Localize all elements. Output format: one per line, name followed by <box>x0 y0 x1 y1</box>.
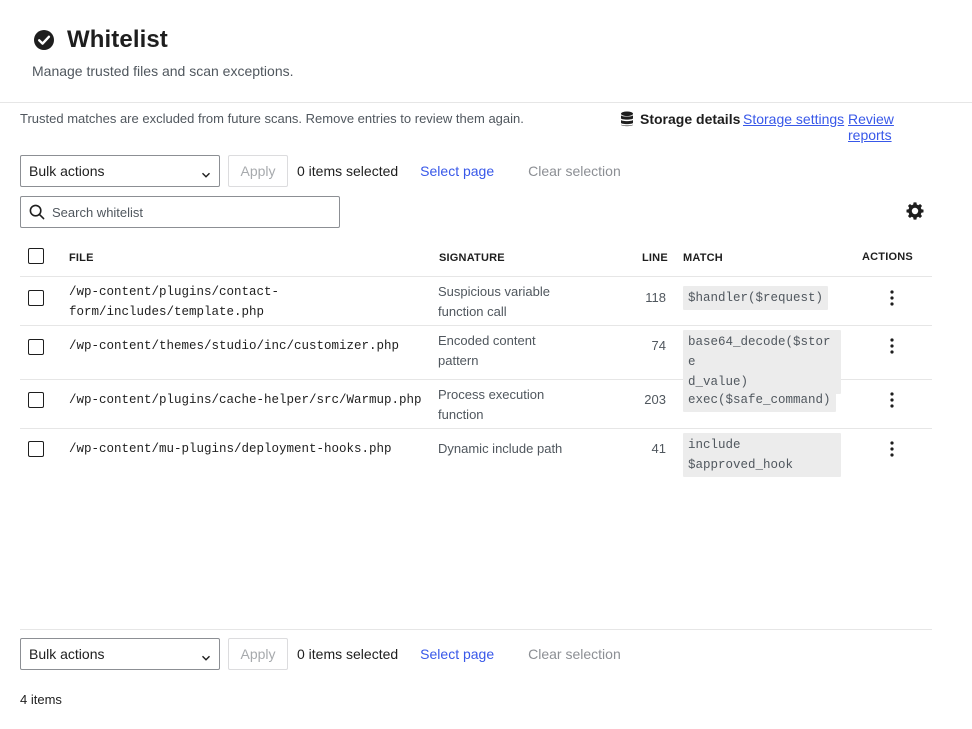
select-page-button[interactable]: Select page <box>420 163 494 179</box>
match-code: $handler($request) <box>683 286 829 310</box>
clear-selection-button[interactable]: Clear selection <box>528 163 621 179</box>
row-checkbox[interactable] <box>28 392 44 408</box>
table-header: FILE SIGNATURE LINE MATCH ACTIONS <box>20 240 932 277</box>
row-checkbox[interactable] <box>28 441 44 457</box>
more-actions-icon[interactable] <box>886 337 898 355</box>
bulk-actions-select[interactable]: Bulk actions <box>20 638 220 670</box>
row-checkbox[interactable] <box>28 339 44 355</box>
bulk-actions-select[interactable]: Bulk actions <box>20 155 220 187</box>
signature: Process execution function <box>438 387 545 422</box>
database-icon <box>620 111 634 127</box>
storage-details: Storage details <box>620 111 740 127</box>
chevron-down-icon <box>201 167 211 178</box>
whitelist-table: FILE SIGNATURE LINE MATCH ACTIONS /wp-co… <box>20 240 932 483</box>
footer-divider <box>20 629 932 630</box>
match-code: include $approved_hook <box>683 433 841 477</box>
table-row: /wp-content/themes/studio/inc/customizer… <box>20 326 932 394</box>
line-number: 41 <box>651 441 666 456</box>
signature: Suspicious variable function call <box>438 284 551 319</box>
file-path: /wp-content/plugins/cache-helper/src/War… <box>69 393 422 407</box>
table-row: /wp-content/plugins/contact- form/includ… <box>20 277 932 326</box>
page-header: Whitelist Manage trusted files and scan … <box>0 0 972 103</box>
apply-button[interactable]: Apply <box>228 155 288 187</box>
search-box[interactable] <box>20 196 340 228</box>
column-file[interactable]: FILE <box>69 252 94 264</box>
bulk-actions-bar-bottom: Bulk actions Apply 0 items selected Sele… <box>20 638 932 670</box>
bulk-actions-value: Bulk actions <box>29 163 105 179</box>
table-row: /wp-content/mu-plugins/deployment-hooks.… <box>20 429 932 483</box>
line-number: 118 <box>645 290 666 305</box>
table-row: /wp-content/plugins/cache-helper/src/War… <box>20 380 932 429</box>
more-actions-icon[interactable] <box>886 391 898 409</box>
check-circle-icon <box>33 29 55 51</box>
more-actions-icon[interactable] <box>886 289 898 307</box>
clear-selection-button[interactable]: Clear selection <box>528 646 621 662</box>
signature: Encoded content pattern <box>438 333 536 368</box>
storage-settings-link[interactable]: Storage settings <box>743 111 844 127</box>
bulk-actions-bar-top: Bulk actions Apply 0 items selected Sele… <box>20 155 932 187</box>
search-icon <box>29 204 45 220</box>
page-title: Whitelist <box>67 26 168 53</box>
column-signature[interactable]: SIGNATURE <box>439 252 505 264</box>
review-reports-link[interactable]: Review reports <box>848 111 932 143</box>
item-count: 4 items <box>20 692 62 707</box>
match-code: exec($safe_command) <box>683 388 836 412</box>
more-actions-icon[interactable] <box>886 440 898 458</box>
info-text: Trusted matches are excluded from future… <box>20 111 524 126</box>
chevron-down-icon <box>201 650 211 661</box>
file-path: /wp-content/plugins/contact- form/includ… <box>69 285 280 319</box>
line-number: 74 <box>651 338 666 353</box>
apply-button[interactable]: Apply <box>228 638 288 670</box>
column-match[interactable]: MATCH <box>683 252 723 264</box>
column-actions: ACTIONS <box>862 251 913 263</box>
info-row: Trusted matches are excluded from future… <box>20 111 932 143</box>
search-input[interactable] <box>52 204 332 220</box>
row-checkbox[interactable] <box>28 290 44 306</box>
file-path: /wp-content/themes/studio/inc/customizer… <box>69 339 400 353</box>
bulk-actions-value: Bulk actions <box>29 646 105 662</box>
items-selected-count: 0 items selected <box>297 163 399 179</box>
column-line[interactable]: LINE <box>642 252 668 264</box>
select-all-checkbox[interactable] <box>28 248 44 264</box>
items-selected-count: 0 items selected <box>297 646 399 662</box>
file-path: /wp-content/mu-plugins/deployment-hooks.… <box>69 442 392 456</box>
title-row: Whitelist <box>33 26 168 54</box>
gear-icon[interactable] <box>906 202 924 220</box>
signature: Dynamic include path <box>438 441 563 456</box>
line-number: 203 <box>644 392 666 407</box>
select-page-button[interactable]: Select page <box>420 646 494 662</box>
storage-details-label: Storage details <box>640 111 741 127</box>
page-subtitle: Manage trusted files and scan exceptions… <box>32 63 294 79</box>
